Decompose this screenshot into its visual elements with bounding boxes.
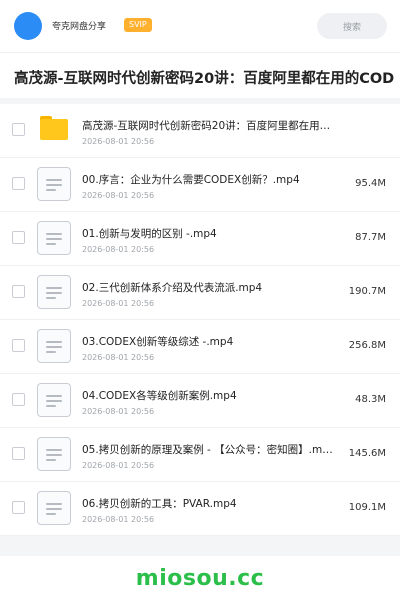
file-row[interactable]: 01.创新与发明的区别 -.mp4 2026-08-01 20:56 87.7M xyxy=(0,212,400,266)
page-title: 高茂源-互联网时代创新密码20讲：百度阿里都在用的COD xyxy=(14,71,395,87)
file-date: 2026-08-01 20:56 xyxy=(82,407,155,416)
file-name: 06.拷贝创新的工具：PVAR.mp4 xyxy=(82,498,237,510)
title-bar: 高茂源-互联网时代创新密码20讲：百度阿里都在用的COD xyxy=(0,52,400,98)
file-size: 48.3M xyxy=(355,394,386,405)
top-header: 夸克网盘分享 SVIP 搜索 xyxy=(0,0,400,52)
file-size: 145.6M xyxy=(348,448,386,459)
file-row[interactable]: 00.序言：企业为什么需要CODEX创新？.mp4 2026-08-01 20:5… xyxy=(0,158,400,212)
file-name: 00.序言：企业为什么需要CODEX创新？.mp4 xyxy=(82,174,300,186)
folder-icon xyxy=(40,116,68,140)
file-row[interactable]: 高茂源-互联网时代创新密码20讲：百度阿里都在用的COD 2026-08-01 2… xyxy=(0,104,400,158)
file-date: 2026-08-01 20:56 xyxy=(82,299,155,308)
file-size: 190.7M xyxy=(348,286,386,297)
vip-badge: SVIP xyxy=(124,18,152,32)
watermark-footer: miosou.cc xyxy=(0,556,400,600)
row-checkbox[interactable] xyxy=(12,177,25,190)
file-size: 87.7M xyxy=(355,232,386,243)
video-file-icon xyxy=(37,221,71,255)
file-size: 109.1M xyxy=(348,502,386,513)
file-date: 2026-08-01 20:56 xyxy=(82,245,155,254)
file-row[interactable]: 02.三代创新体系介绍及代表流派.mp4 2026-08-01 20:56 190.… xyxy=(0,266,400,320)
file-date: 2026-08-01 20:56 xyxy=(82,191,155,200)
avatar[interactable] xyxy=(14,12,42,40)
file-date: 2026-08-01 20:56 xyxy=(82,461,155,470)
file-name: 02.三代创新体系介绍及代表流派.mp4 xyxy=(82,282,263,294)
video-file-icon xyxy=(37,491,71,525)
file-row[interactable]: 06.拷贝创新的工具：PVAR.mp4 2026-08-01 20:56 109.1… xyxy=(0,482,400,536)
file-row[interactable]: 05.拷贝创新的原理及案例 - 【公众号：密知圈】.mp4 2026-08-01 … xyxy=(0,428,400,482)
row-checkbox[interactable] xyxy=(12,447,25,460)
file-name: 05.拷贝创新的原理及案例 - 【公众号：密知圈】.mp4 xyxy=(82,444,334,456)
row-checkbox[interactable] xyxy=(12,501,25,514)
file-date: 2026-08-01 20:56 xyxy=(82,137,155,146)
file-name: 高茂源-互联网时代创新密码20讲：百度阿里都在用的COD xyxy=(82,120,334,132)
row-checkbox[interactable] xyxy=(12,393,25,406)
file-name: 01.创新与发明的区别 -.mp4 xyxy=(82,228,217,240)
video-file-icon xyxy=(37,437,71,471)
video-file-icon xyxy=(37,329,71,363)
file-row[interactable]: 03.CODEX创新等级综述 -.mp4 2026-08-01 20:56 256.… xyxy=(0,320,400,374)
row-checkbox[interactable] xyxy=(12,285,25,298)
video-file-icon xyxy=(37,275,71,309)
owner-name: 夸克网盘分享 xyxy=(52,22,107,32)
row-checkbox[interactable] xyxy=(12,231,25,244)
search-input[interactable]: 搜索 xyxy=(317,13,387,39)
file-date: 2026-08-01 20:56 xyxy=(82,515,155,524)
row-checkbox[interactable] xyxy=(12,339,25,352)
file-size: 95.4M xyxy=(355,178,386,189)
file-date: 2026-08-01 20:56 xyxy=(82,353,155,362)
file-size: 256.8M xyxy=(348,340,386,351)
file-name: 03.CODEX创新等级综述 -.mp4 xyxy=(82,336,234,348)
video-file-icon xyxy=(37,167,71,201)
file-list: 高茂源-互联网时代创新密码20讲：百度阿里都在用的COD 2026-08-01 2… xyxy=(0,98,400,536)
file-name: 04.CODEX各等级创新案例.mp4 xyxy=(82,390,237,402)
video-file-icon xyxy=(37,383,71,417)
row-checkbox[interactable] xyxy=(12,123,25,136)
watermark-text: miosou.cc xyxy=(135,565,265,591)
file-row[interactable]: 04.CODEX各等级创新案例.mp4 2026-08-01 20:56 48.3M xyxy=(0,374,400,428)
